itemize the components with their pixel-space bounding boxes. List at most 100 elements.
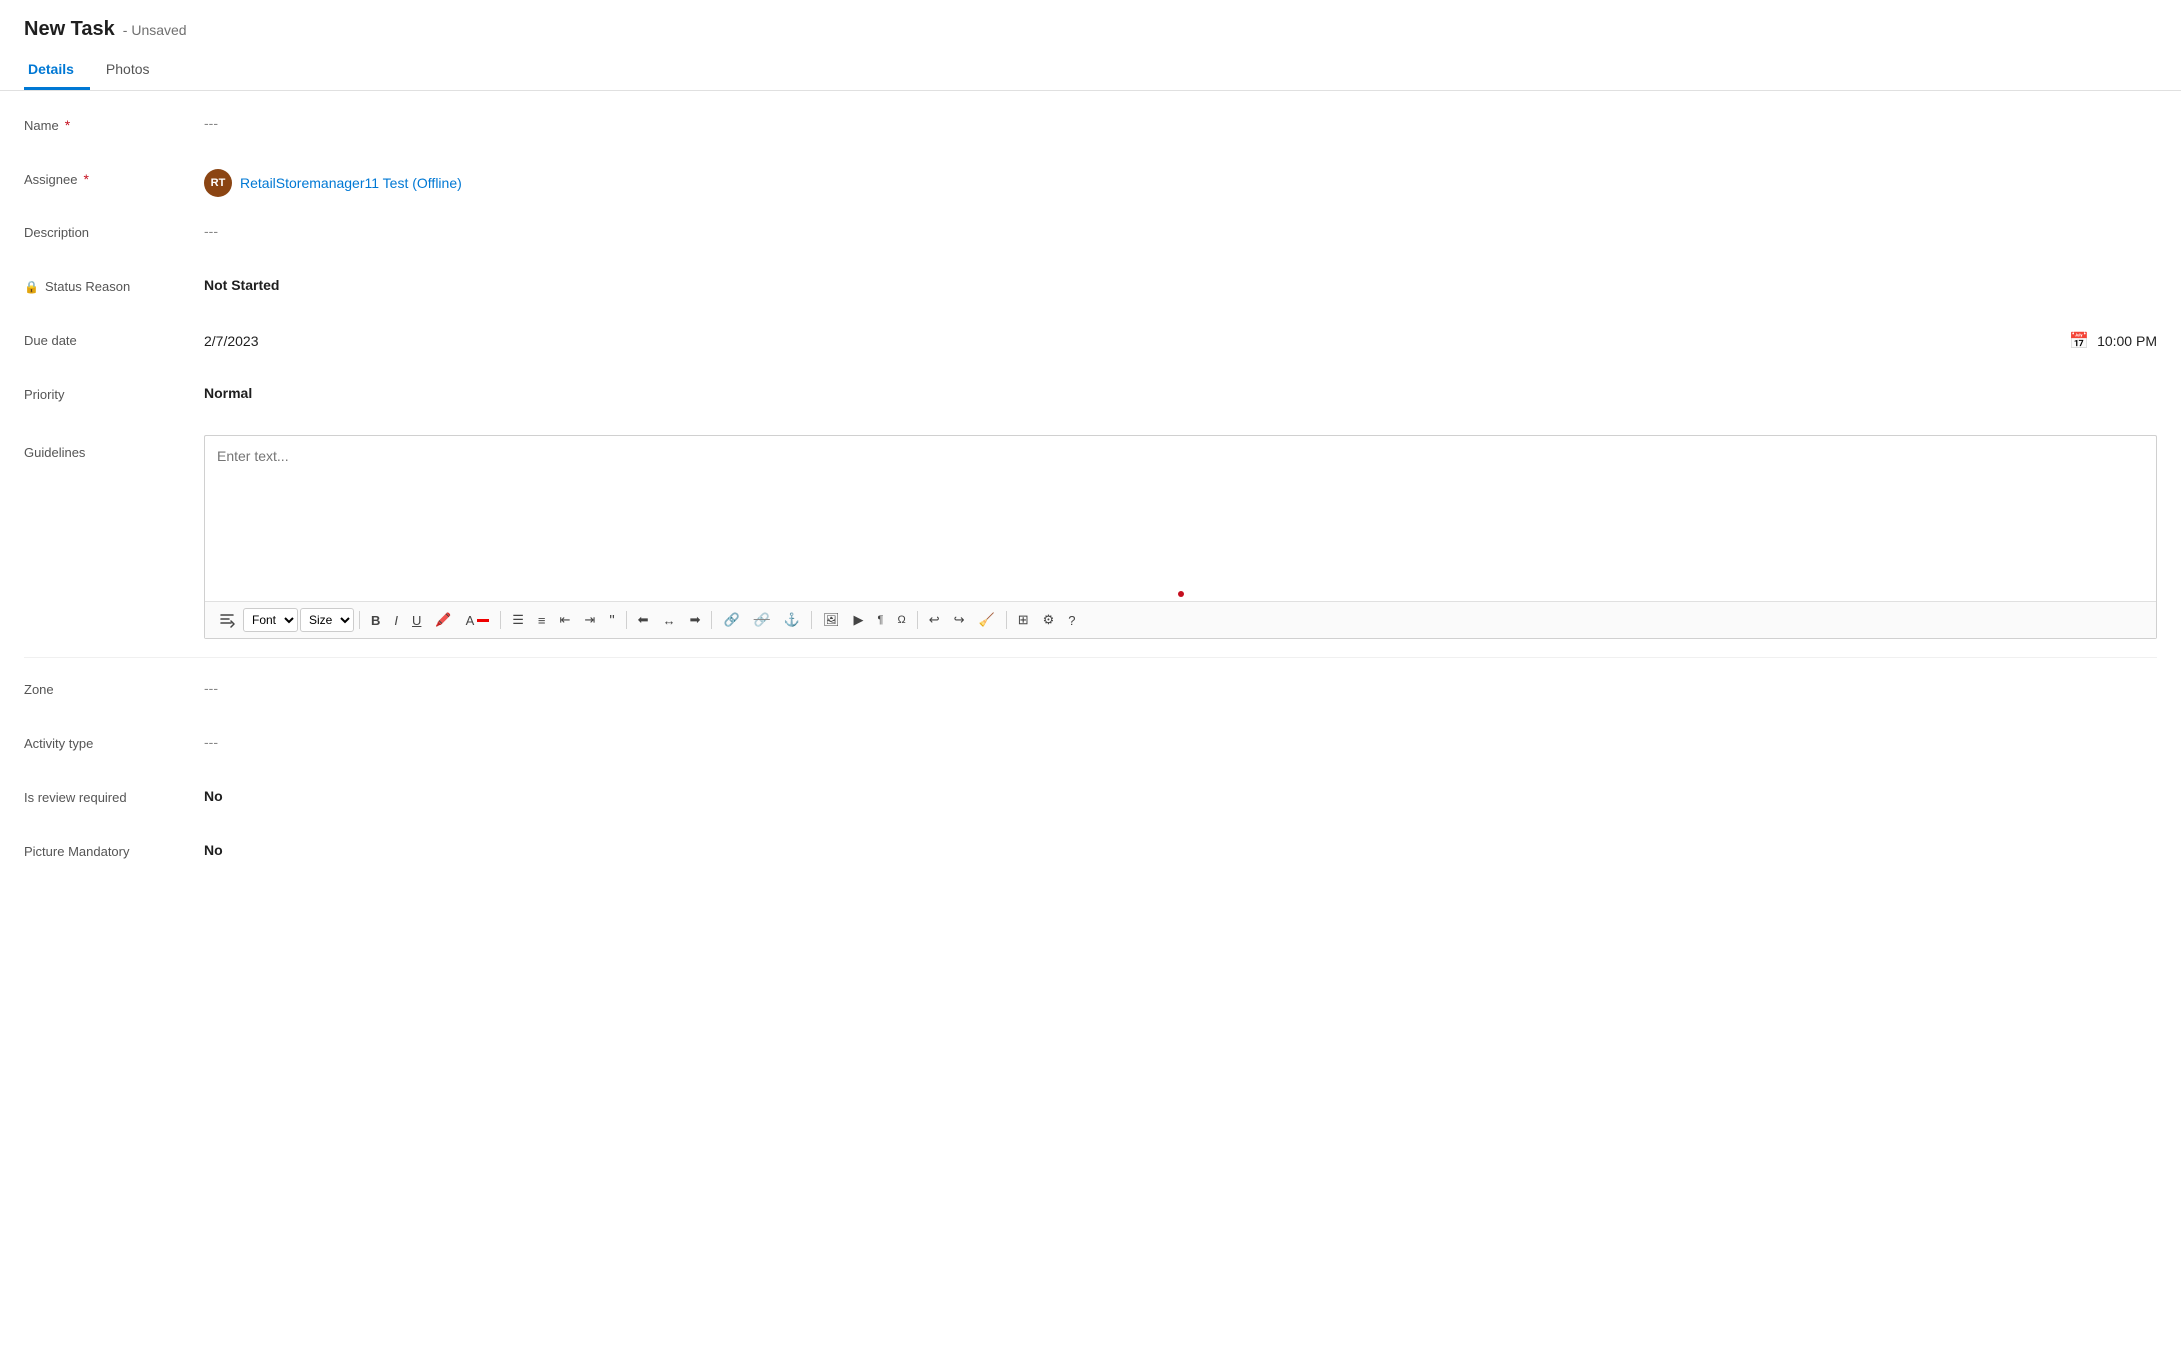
assignee-row: Assignee * RT RetailStoremanager11 Test … <box>24 165 2157 201</box>
tab-photos[interactable]: Photos <box>102 53 166 90</box>
link-icon: 🔗 <box>723 612 739 628</box>
unordered-list-button[interactable]: ☰ <box>506 609 530 631</box>
calendar-icon: 📅 <box>2069 331 2089 351</box>
undo-button[interactable]: ↩ <box>923 609 946 631</box>
toolbar-sep-7 <box>1006 611 1007 629</box>
settings-button[interactable]: ⚙ <box>1037 609 1061 631</box>
zone-value[interactable]: --- <box>204 676 2157 696</box>
name-label: Name * <box>24 111 204 133</box>
anchor-button[interactable]: ⚓ <box>778 609 806 631</box>
page-title-row: New Task - Unsaved <box>24 18 2157 41</box>
picture-mandatory-value[interactable]: No <box>204 838 2157 858</box>
status-reason-label: 🔒 Status Reason <box>24 273 204 294</box>
is-review-row: Is review required No <box>24 784 2157 820</box>
priority-value[interactable]: Normal <box>204 381 2157 401</box>
outdent-icon: ⇤ <box>560 612 571 628</box>
html-button[interactable]: ¶ <box>872 611 890 629</box>
toolbar-sep-5 <box>811 611 812 629</box>
table-button[interactable]: ⊞ <box>1012 609 1035 631</box>
quote-icon: " <box>609 612 614 629</box>
unordered-list-icon: ☰ <box>512 612 524 628</box>
avatar: RT <box>204 169 232 197</box>
priority-row: Priority Normal <box>24 381 2157 417</box>
page-header: New Task - Unsaved Details Photos <box>0 0 2181 91</box>
bold-button[interactable]: B <box>365 610 386 631</box>
picture-mandatory-row: Picture Mandatory No <box>24 838 2157 874</box>
guidelines-editor: Font Size B I U <box>204 435 2157 639</box>
due-date-value-row: 2/7/2023 📅 10:00 PM <box>204 327 2157 351</box>
description-value[interactable]: --- <box>204 219 2157 239</box>
align-center-icon: ↔ <box>663 613 676 628</box>
clear-format-icon: 🧹 <box>979 612 995 628</box>
assignee-label: Assignee * <box>24 165 204 187</box>
status-reason-value[interactable]: Not Started <box>204 273 2157 293</box>
zone-row: Zone --- <box>24 676 2157 712</box>
outdent-button[interactable]: ⇤ <box>554 609 577 631</box>
font-select[interactable]: Font <box>243 608 298 632</box>
guidelines-textarea[interactable] <box>205 436 2156 586</box>
activity-type-row: Activity type --- <box>24 730 2157 766</box>
form-body: Name * --- Assignee * RT RetailStoremana… <box>0 91 2181 912</box>
activity-type-value[interactable]: --- <box>204 730 2157 750</box>
clear-format-button[interactable]: 🧹 <box>973 609 1001 631</box>
indent-icon: ⇥ <box>584 612 595 628</box>
align-right-icon: ➡ <box>690 612 701 628</box>
is-review-label: Is review required <box>24 784 204 805</box>
guidelines-label: Guidelines <box>24 435 204 460</box>
special-chars-button[interactable]: Ω <box>891 611 911 629</box>
redo-icon: ↪ <box>954 612 965 628</box>
help-button[interactable]: ? <box>1062 610 1081 631</box>
due-date-value[interactable]: 2/7/2023 <box>204 333 2069 349</box>
assignee-value[interactable]: RT RetailStoremanager11 Test (Offline) <box>204 165 2157 197</box>
zone-label: Zone <box>24 676 204 697</box>
red-dot <box>1178 591 1184 597</box>
guidelines-row: Guidelines Font <box>24 435 2157 639</box>
video-icon: ▶ <box>854 612 864 628</box>
align-right-button[interactable]: ➡ <box>684 609 707 631</box>
lock-icon: 🔒 <box>24 280 39 294</box>
due-time-value[interactable]: 10:00 PM <box>2097 333 2157 349</box>
special-chars-icon: Ω <box>897 614 905 626</box>
is-review-value[interactable]: No <box>204 784 2157 804</box>
quote-button[interactable]: " <box>603 609 620 632</box>
tabs-row: Details Photos <box>24 53 2157 90</box>
redo-button[interactable]: ↪ <box>948 609 971 631</box>
name-row: Name * --- <box>24 111 2157 147</box>
picture-mandatory-label: Picture Mandatory <box>24 838 204 859</box>
align-left-button[interactable]: ⬅ <box>632 609 655 631</box>
description-row: Description --- <box>24 219 2157 255</box>
due-date-row: Due date 2/7/2023 📅 10:00 PM <box>24 327 2157 363</box>
font-color-icon: A <box>466 613 475 628</box>
align-center-button[interactable]: ↔ <box>657 610 682 631</box>
underline-button[interactable]: U <box>406 610 427 631</box>
table-icon: ⊞ <box>1018 612 1029 628</box>
unlink-button[interactable]: 🔗 <box>748 609 776 631</box>
name-value[interactable]: --- <box>204 111 2157 131</box>
link-button[interactable]: 🔗 <box>717 609 745 631</box>
indent-button[interactable]: ⇥ <box>578 609 601 631</box>
unlink-icon: 🔗 <box>754 612 770 628</box>
ordered-list-icon: ≡ <box>538 613 546 628</box>
assignee-required: * <box>83 171 88 187</box>
format-button[interactable] <box>213 609 241 631</box>
size-select[interactable]: Size <box>300 608 354 632</box>
activity-type-label: Activity type <box>24 730 204 751</box>
due-time: 📅 10:00 PM <box>2069 331 2157 351</box>
highlight-button[interactable]: 🖍️ <box>429 609 457 631</box>
tab-details[interactable]: Details <box>24 53 90 90</box>
anchor-icon: ⚓ <box>784 612 800 628</box>
video-button[interactable]: ▶ <box>848 609 870 631</box>
image-button[interactable]: 🖼 <box>817 609 846 631</box>
font-color-button[interactable]: A <box>460 610 496 631</box>
help-icon: ? <box>1068 613 1075 628</box>
toolbar-sep-6 <box>917 611 918 629</box>
highlight-icon: 🖍️ <box>435 612 451 628</box>
italic-button[interactable]: I <box>388 610 404 631</box>
red-dot-container <box>205 589 2156 601</box>
toolbar-sep-1 <box>359 611 360 629</box>
ordered-list-button[interactable]: ≡ <box>532 610 552 631</box>
status-reason-row: 🔒 Status Reason Not Started <box>24 273 2157 309</box>
page-title: New Task <box>24 18 115 41</box>
toolbar-sep-4 <box>711 611 712 629</box>
html-icon: ¶ <box>878 614 884 626</box>
